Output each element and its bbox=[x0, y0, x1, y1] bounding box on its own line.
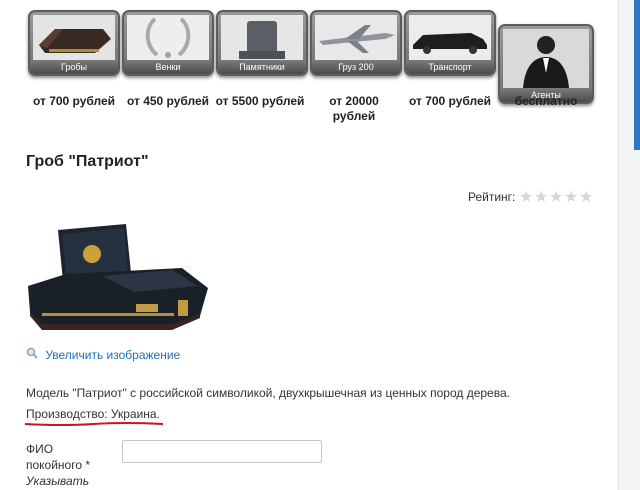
enlarge-link-text[interactable]: Увеличить изображение bbox=[45, 348, 180, 362]
category-label: Венки bbox=[124, 60, 212, 74]
category-cargo200[interactable]: Груз 200 bbox=[310, 10, 402, 76]
airplane-icon bbox=[315, 15, 397, 60]
red-underline-mark bbox=[24, 422, 164, 426]
star-icon[interactable]: ★ bbox=[579, 190, 594, 206]
rating-label: Рейтинг: bbox=[468, 190, 516, 204]
star-icon[interactable]: ★ bbox=[519, 190, 534, 206]
category-monuments[interactable]: Памятники bbox=[216, 10, 308, 76]
magnifier-icon bbox=[26, 347, 41, 362]
wreath-icon bbox=[127, 15, 209, 60]
category-menu: Гробы Венки Памятники Груз 200 Транспорт… bbox=[28, 10, 598, 104]
category-label: Памятники bbox=[218, 60, 306, 74]
monument-icon bbox=[221, 15, 303, 60]
category-wreaths[interactable]: Венки bbox=[122, 10, 214, 76]
rating-stars[interactable]: ★★★★★ bbox=[519, 189, 594, 207]
category-transport[interactable]: Транспорт bbox=[404, 10, 496, 76]
price-row: от 700 рублей от 450 рублей от 5500 рубл… bbox=[28, 94, 608, 134]
product-origin: Производство: Украина. bbox=[26, 407, 160, 421]
price-monuments: от 5500 рублей bbox=[215, 94, 305, 108]
product-description: Модель "Патриот" с российской символикой… bbox=[26, 386, 510, 400]
fio-label-line1: ФИО bbox=[26, 442, 54, 456]
price-wreaths: от 450 рублей bbox=[126, 94, 210, 108]
fio-input[interactable] bbox=[122, 440, 322, 463]
hearse-icon bbox=[409, 15, 491, 60]
star-icon[interactable]: ★ bbox=[549, 190, 564, 206]
fio-hint: Указывать bbox=[26, 474, 89, 488]
price-coffins: от 700 рублей bbox=[32, 94, 116, 108]
price-cargo200: от 20000 рублей bbox=[329, 94, 379, 123]
scrollbar-thumb[interactable] bbox=[634, 0, 640, 150]
page-title: Гроб "Патриот" bbox=[26, 153, 149, 170]
product-image[interactable] bbox=[22, 216, 212, 343]
price-agents: бесплатно bbox=[514, 94, 578, 108]
page-scrollbar[interactable] bbox=[618, 0, 640, 490]
coffin-icon bbox=[33, 15, 115, 60]
agent-icon bbox=[503, 29, 589, 88]
category-coffins[interactable]: Гробы bbox=[28, 10, 120, 76]
price-transport: от 700 рублей bbox=[408, 94, 492, 108]
star-icon[interactable]: ★ bbox=[534, 190, 549, 206]
enlarge-image-link[interactable]: Увеличить изображение bbox=[26, 347, 180, 362]
category-label: Транспорт bbox=[406, 60, 494, 74]
category-agents[interactable]: Агенты bbox=[498, 24, 594, 104]
fio-label: ФИО покойного * Указывать bbox=[26, 441, 106, 489]
star-icon[interactable]: ★ bbox=[564, 190, 579, 206]
category-label: Гробы bbox=[30, 60, 118, 74]
fio-label-line2: покойного * bbox=[26, 458, 91, 472]
category-label: Груз 200 bbox=[312, 60, 400, 74]
